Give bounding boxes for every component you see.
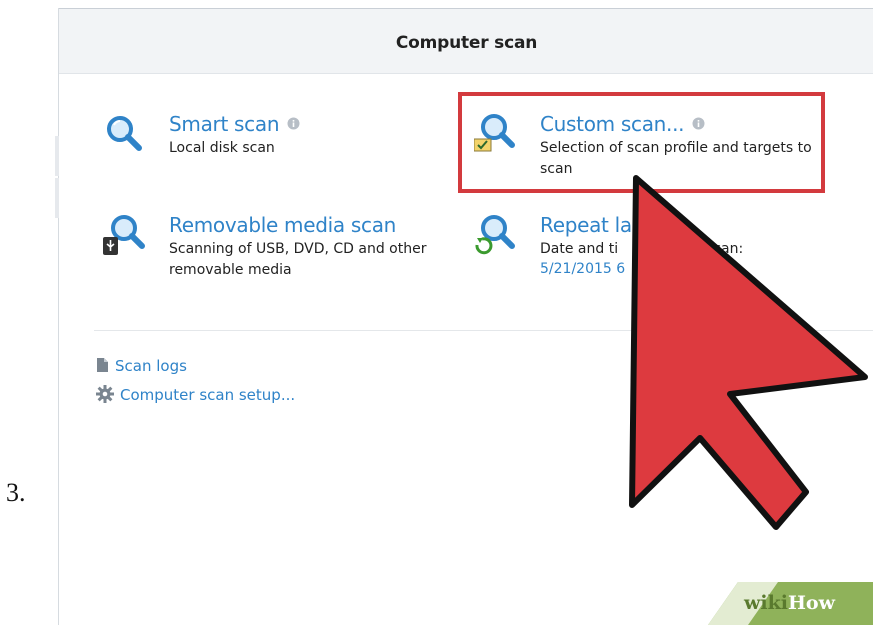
repeat-last-scan-title[interactable]: Repeat la [540, 213, 632, 237]
wikihow-watermark: wikiHow [744, 592, 835, 614]
repeat-last-scan-description: Date and ti scan: [540, 239, 830, 260]
removable-media-scan-option[interactable]: Removable media scan Scanning of USB, DV… [103, 213, 463, 293]
removable-media-scan-description: Scanning of USB, DVD, CD and other remov… [169, 241, 427, 278]
repeat-description-start: Date and ti [540, 241, 619, 257]
computer-scan-setup-link[interactable]: Computer scan setup... [96, 385, 295, 404]
window-header: Computer scan [59, 9, 873, 74]
magnifier-icon [107, 116, 142, 151]
repeat-description-end: scan: [706, 241, 744, 257]
side-tab-marker [55, 136, 59, 176]
step-number: 3. [6, 478, 26, 507]
window-title: Computer scan [395, 33, 538, 53]
document-icon [97, 358, 108, 372]
side-tab-marker [55, 178, 59, 218]
usb-magnifier-icon [103, 215, 145, 255]
last-scan-date-link[interactable]: 5/21/2015 6 [540, 261, 625, 277]
info-icon[interactable] [287, 117, 300, 130]
highlight-box [458, 92, 825, 193]
smart-scan-option[interactable]: Smart scan Local disk scan [103, 112, 433, 172]
gear-icon [96, 385, 114, 403]
repeat-last-scan-option[interactable]: Repeat la Date and ti scan: 5/21/2015 6 [474, 213, 794, 293]
smart-scan-title[interactable]: Smart scan [169, 112, 300, 136]
divider [94, 330, 873, 331]
scan-logs-link[interactable]: Scan logs [96, 357, 187, 375]
smart-scan-description: Local disk scan [169, 140, 275, 156]
repeat-magnifier-icon [475, 215, 515, 255]
removable-media-scan-title[interactable]: Removable media scan [169, 213, 396, 237]
